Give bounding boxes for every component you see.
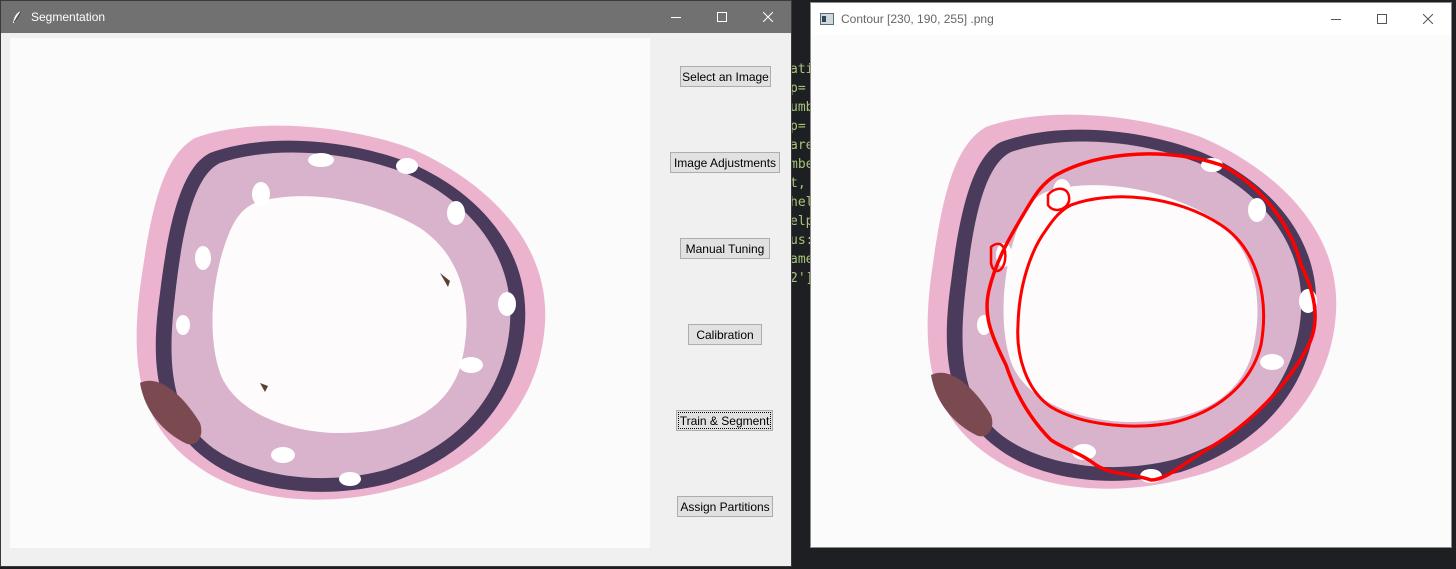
assign-partitions-button[interactable]: Assign Partitions [677, 496, 773, 517]
image-window-icon [819, 11, 835, 27]
contour-titlebar[interactable]: Contour [230, 190, 255] .png [811, 3, 1451, 34]
segmentation-titlebar[interactable]: Segmentation [1, 1, 791, 33]
contour-overlay-image [927, 114, 1337, 489]
maximize-button[interactable] [1359, 3, 1405, 35]
segmentation-window: Segmentation Select an Image Image Adjus… [0, 0, 792, 567]
close-button[interactable] [1405, 3, 1451, 35]
contour-window: Contour [230, 190, 255] .png [810, 2, 1452, 548]
background-code-editor: ati p= umb p= are mbe t, hel elp us: ame 2'] [790, 62, 812, 286]
train-segment-button[interactable]: Train & Segment [676, 410, 773, 431]
feather-icon [9, 9, 25, 25]
window-title: Contour [230, 190, 255] .png [841, 11, 994, 26]
minimize-button[interactable] [1313, 3, 1359, 35]
contour-image-canvas[interactable] [811, 35, 1451, 547]
image-adjustments-button[interactable]: Image Adjustments [670, 152, 780, 173]
close-button[interactable] [745, 1, 791, 33]
artery-histology-image [136, 125, 546, 500]
maximize-button[interactable] [699, 1, 745, 33]
segmentation-image-canvas[interactable] [10, 38, 650, 548]
manual-tuning-button[interactable]: Manual Tuning [680, 238, 770, 259]
minimize-button[interactable] [653, 1, 699, 33]
calibration-button[interactable]: Calibration [688, 324, 762, 345]
window-title: Segmentation [31, 10, 106, 24]
select-image-button[interactable]: Select an Image [680, 66, 771, 87]
